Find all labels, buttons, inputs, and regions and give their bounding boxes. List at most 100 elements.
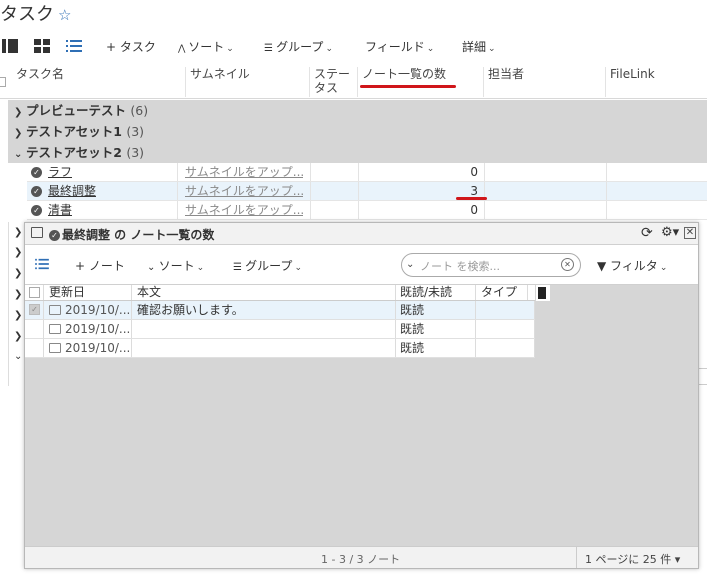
chevron-down-icon: ⌄ xyxy=(226,44,234,54)
note-read-status[interactable]: 既読 xyxy=(400,303,424,318)
table-row[interactable]: ✓ ラフ サムネイルをアップ... 0 xyxy=(27,163,707,182)
column-header-task-name[interactable]: タスク名 xyxy=(12,67,186,97)
chevron-right-icon: ❯ xyxy=(14,128,23,139)
sort-icon: ⋀ xyxy=(178,44,189,54)
note-date: 2019/10/... xyxy=(65,322,131,336)
refresh-icon[interactable]: ⟳ xyxy=(641,225,653,241)
clear-icon[interactable]: ✕ xyxy=(561,258,574,271)
group-row[interactable]: ❯ テストアセット1 (3) xyxy=(8,121,707,142)
note-date: 2019/10/... xyxy=(65,341,131,355)
panel-sort-button[interactable]: ⌄ ソート ⌄ xyxy=(147,257,204,274)
note-read-status[interactable]: 既読 xyxy=(400,322,424,337)
chevron-down-icon: ⌄ xyxy=(14,149,23,160)
detail-view-icon[interactable] xyxy=(2,39,18,53)
chevron-down-icon: ⌄ xyxy=(659,263,668,273)
row-checkbox[interactable]: ✓ xyxy=(29,304,40,315)
chevron-right-icon[interactable]: ❯ xyxy=(14,310,22,321)
chevron-right-icon: ❯ xyxy=(14,107,23,118)
plus-icon: + xyxy=(75,259,89,273)
column-header-type[interactable]: タイプ xyxy=(481,285,517,300)
grid-row-edge xyxy=(699,368,707,385)
column-header-updated[interactable]: 更新日 xyxy=(49,285,85,300)
filter-icon: ▼ xyxy=(597,259,611,273)
column-header-status[interactable]: ステー タス xyxy=(310,67,358,97)
panel-group-button[interactable]: ☰ グループ ⌄ xyxy=(233,257,302,274)
chevron-down-icon[interactable]: ⌄ xyxy=(14,351,22,362)
chevron-right-icon[interactable]: ❯ xyxy=(14,331,22,342)
select-all-checkbox[interactable] xyxy=(29,287,40,298)
status-check-icon: ✓ xyxy=(49,230,60,241)
table-row[interactable]: ✓ 最終調整 サムネイルをアップ... 3 xyxy=(27,182,707,201)
details-button[interactable]: 詳細 ⌄ xyxy=(462,38,496,55)
table-row[interactable]: 2019/10/... 既読 xyxy=(25,320,535,339)
add-note-button[interactable]: + ノート xyxy=(75,257,125,274)
column-header-note-count[interactable]: ノート一覧の数 xyxy=(358,67,484,97)
note-icon xyxy=(49,304,61,315)
panel-toolbar: + ノート ⌄ ソート ⌄ ☰ グループ ⌄ ⌄ ノート を検索... ✕ ▼ フィ… xyxy=(25,245,698,285)
task-name-link[interactable]: ラフ xyxy=(48,165,72,180)
group-row[interactable]: ❯ プレビューテスト (6) xyxy=(8,100,707,121)
column-header-filelink[interactable]: FileLink xyxy=(606,67,707,97)
note-search-input[interactable]: ⌄ ノート を検索... ✕ xyxy=(401,253,581,277)
filter-button[interactable]: ▼ フィルタ ⌄ xyxy=(597,257,667,274)
column-header-read-status[interactable]: 既読/未読 xyxy=(400,285,452,300)
group-icon: ☰ xyxy=(264,43,277,54)
task-name-link[interactable]: 最終調整 xyxy=(48,184,96,199)
table-row[interactable]: ✓ 2019/10/... 確認お願いします。 既読 xyxy=(25,301,535,320)
thumbnail-view-icon[interactable] xyxy=(34,39,50,53)
chevron-down-icon: ⌄ xyxy=(325,44,333,54)
chevron-right-icon[interactable]: ❯ xyxy=(14,289,22,300)
gear-icon[interactable]: ⚙▾ xyxy=(661,225,679,240)
add-task-button[interactable]: + タスク xyxy=(106,38,156,55)
pagination-count: 1 - 3 / 3 ノート xyxy=(321,553,401,566)
sort-button[interactable]: ⋀ ソート ⌄ xyxy=(178,38,234,55)
per-page-select[interactable]: 1 ページに 25 件 ▾ xyxy=(585,551,680,567)
note-count-cell[interactable]: 0 xyxy=(358,203,478,218)
notes-panel: ✓ 最終調整 の ノート一覧の数 ⟳ ⚙▾ ✕ + ノート ⌄ ソート ⌄ ☰ グル… xyxy=(24,222,699,569)
note-icon xyxy=(49,342,61,353)
plus-icon: + xyxy=(106,40,120,54)
page-title-text: タスク xyxy=(0,4,54,25)
note-read-status[interactable]: 既読 xyxy=(400,341,424,356)
table-row[interactable]: 2019/10/... 既読 xyxy=(25,339,535,358)
note-count-cell[interactable]: 0 xyxy=(358,165,478,180)
favorite-star-icon[interactable]: ☆ xyxy=(58,6,71,24)
select-all-checkbox[interactable] xyxy=(0,77,6,87)
chevron-right-icon[interactable]: ❯ xyxy=(14,227,22,238)
search-placeholder: ノート を検索... xyxy=(420,260,500,273)
note-icon xyxy=(49,323,61,334)
thumbnail-upload-link[interactable]: サムネイルをアップ... xyxy=(185,184,303,199)
panel-titlebar: ✓ 最終調整 の ノート一覧の数 ⟳ ⚙▾ ✕ xyxy=(25,223,698,245)
thumbnail-upload-link[interactable]: サムネイルをアップ... xyxy=(185,203,303,218)
list-view-icon[interactable] xyxy=(66,39,82,53)
task-name-link[interactable]: 清書 xyxy=(48,203,72,218)
table-row[interactable]: ✓ 清書 サムネイルをアップ... 0 xyxy=(27,201,707,220)
highlight-underline xyxy=(456,197,487,200)
column-header-body[interactable]: 本文 xyxy=(137,285,161,300)
list-view-icon[interactable] xyxy=(35,258,49,270)
column-header-assignee[interactable]: 担当者 xyxy=(484,67,606,97)
column-header-thumbnail[interactable]: サムネイル xyxy=(186,67,310,97)
main-toolbar: + タスク ⋀ ソート ⌄ ☰ グループ ⌄ フィールド ⌄ 詳細 ⌄ xyxy=(0,34,707,60)
sort-icon: ⌄ xyxy=(147,262,159,273)
panel-footer: 1 - 3 / 3 ノート 1 ページに 25 件 ▾ xyxy=(25,546,698,568)
chevron-right-icon[interactable]: ❯ xyxy=(14,247,22,258)
chevron-down-icon: ⌄ xyxy=(196,263,205,273)
status-check-icon: ✓ xyxy=(31,203,42,218)
notes-table-header: 更新日 本文 既読/未読 タイプ xyxy=(25,285,535,301)
note-body[interactable]: 確認お願いします。 xyxy=(137,303,244,318)
thumbnail-upload-link[interactable]: サムネイルをアップ... xyxy=(185,165,303,180)
chevron-down-icon: ⌄ xyxy=(294,263,302,273)
close-icon[interactable]: ✕ xyxy=(684,227,696,239)
chevron-right-icon[interactable]: ❯ xyxy=(14,268,22,279)
status-check-icon: ✓ xyxy=(31,165,42,180)
add-column-icon[interactable] xyxy=(536,285,550,301)
group-icon: ☰ xyxy=(233,262,246,273)
note-date: 2019/10/... xyxy=(65,303,131,317)
chevron-down-icon[interactable]: ⌄ xyxy=(406,259,414,270)
panel-title: 最終調整 の ノート一覧の数 xyxy=(62,228,215,242)
group-button[interactable]: ☰ グループ ⌄ xyxy=(264,38,333,55)
fields-button[interactable]: フィールド ⌄ xyxy=(365,38,434,55)
highlight-underline xyxy=(360,85,456,88)
group-row[interactable]: ⌄ テストアセット2 (3) xyxy=(8,142,707,163)
